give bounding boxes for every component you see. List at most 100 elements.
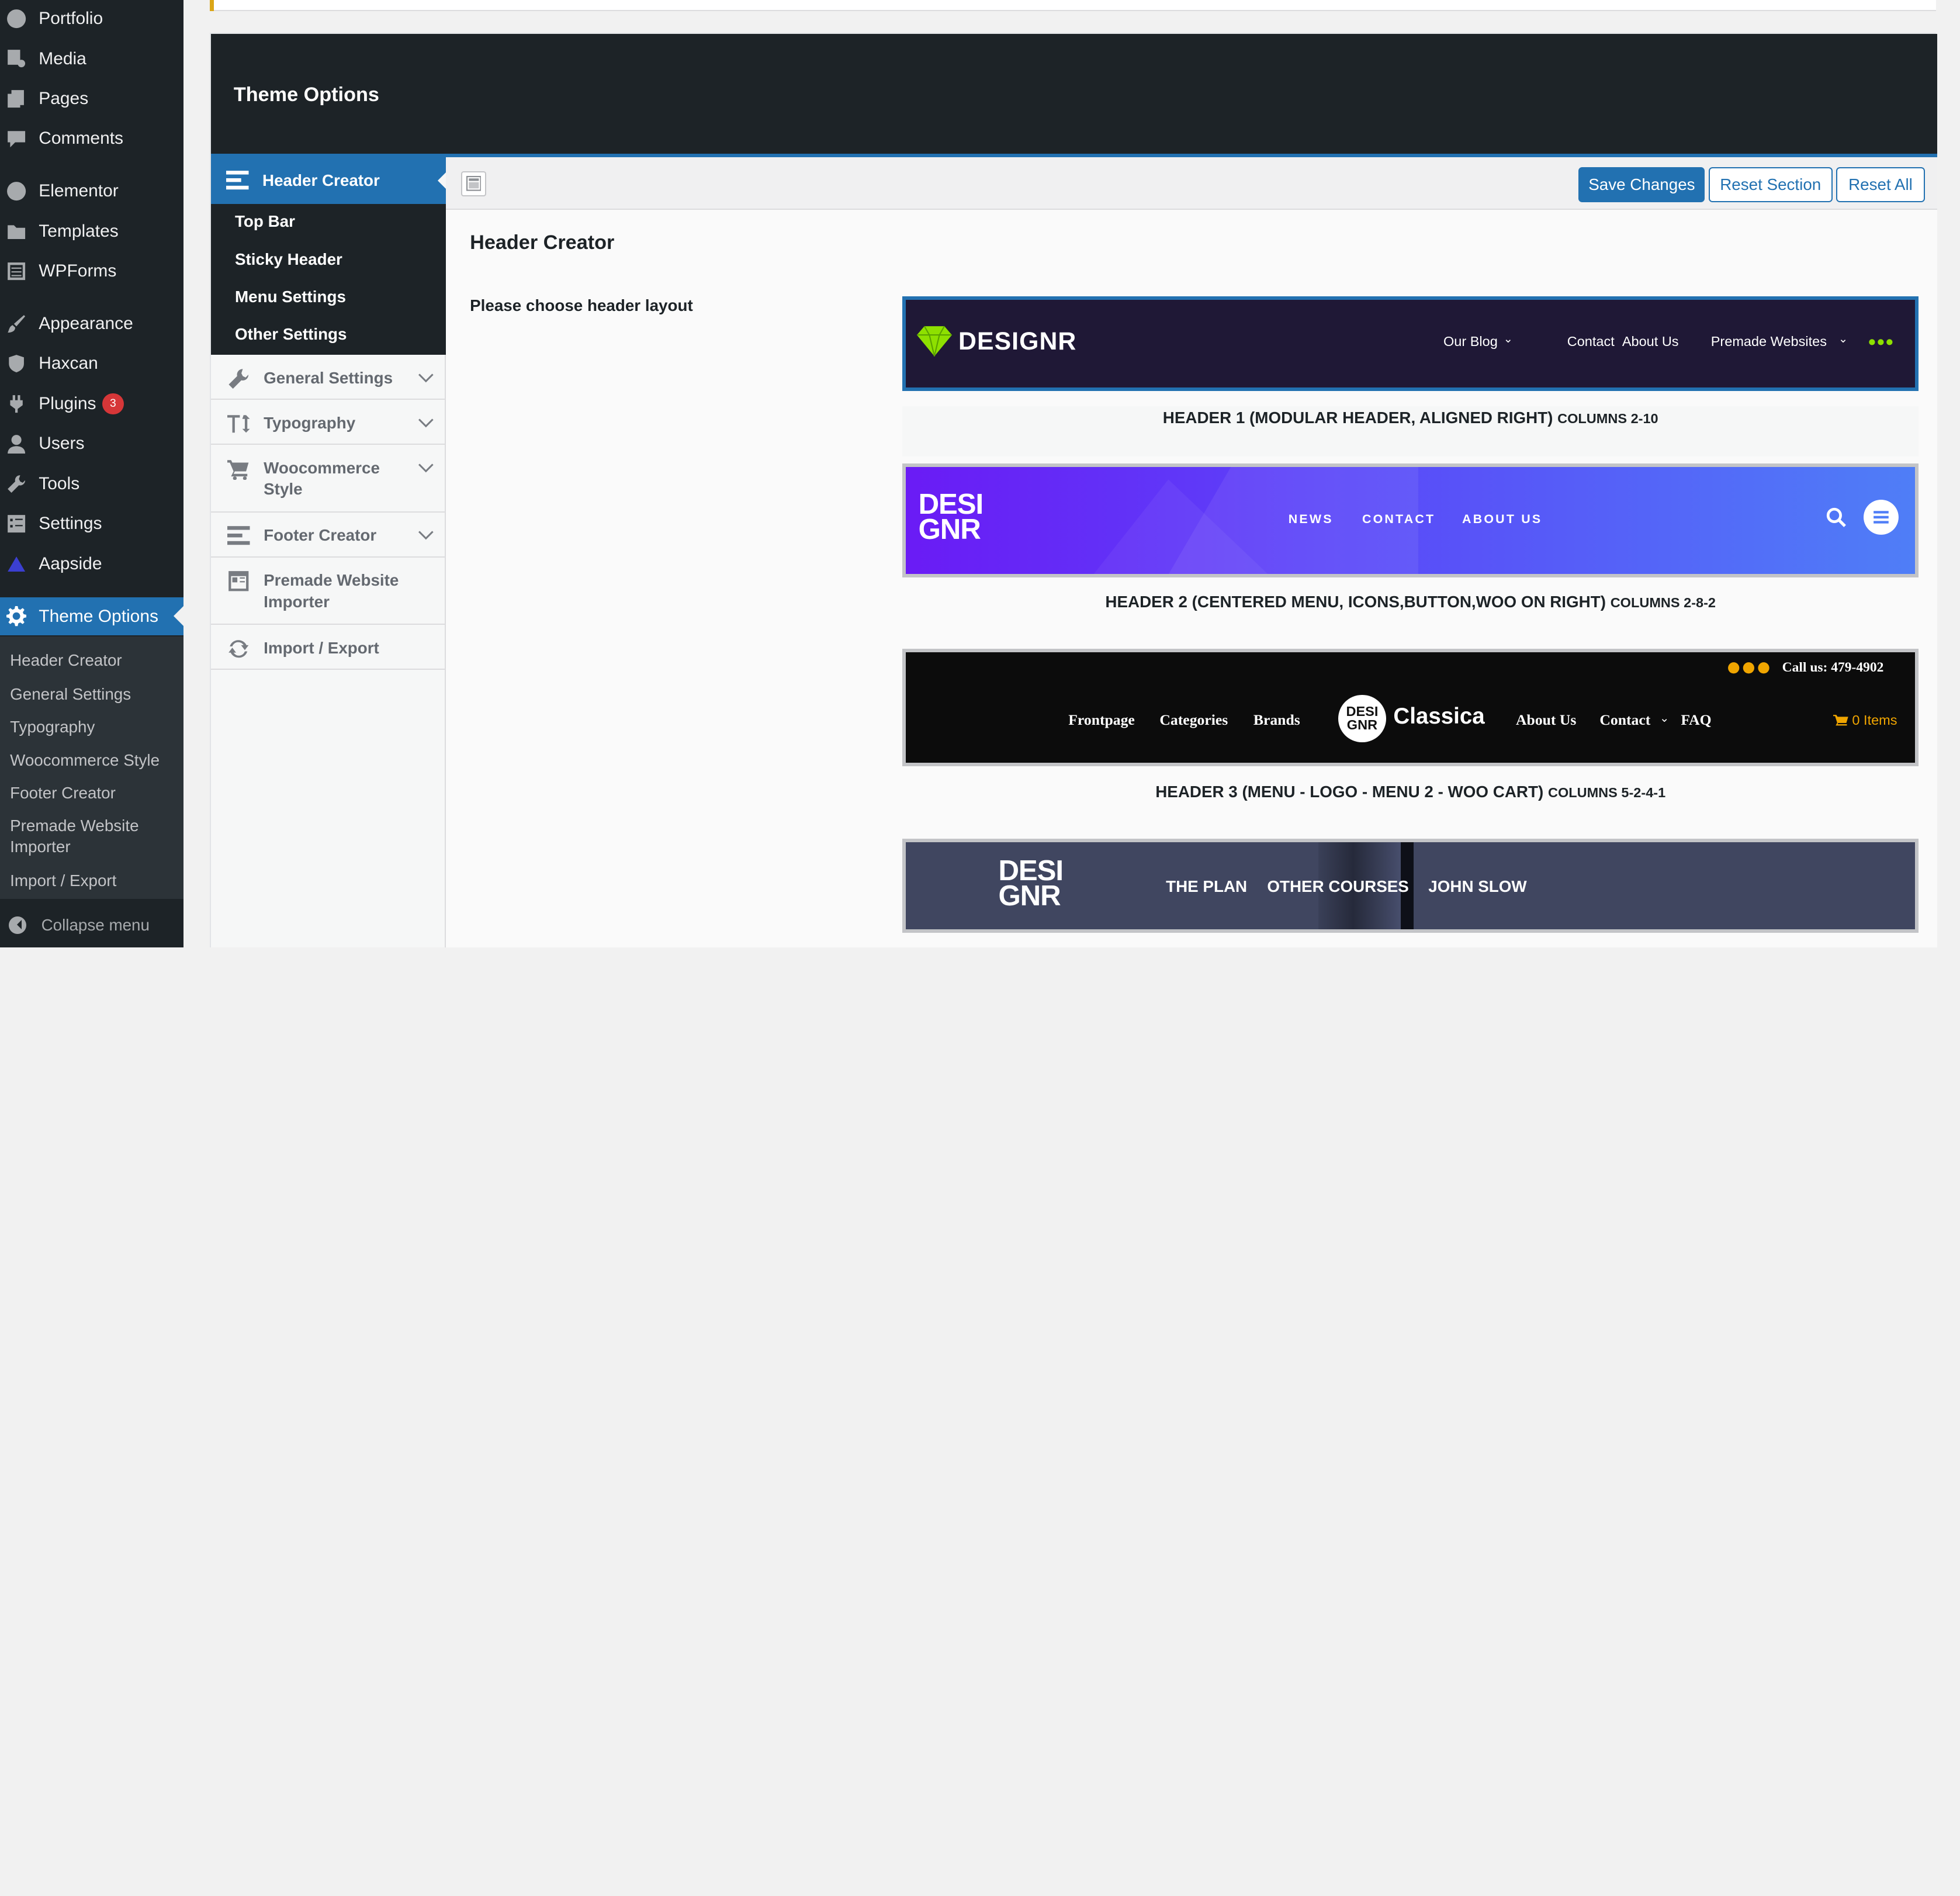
chevron-down-icon[interactable]: [418, 415, 434, 430]
form-icon: [6, 261, 26, 281]
section-premade-importer[interactable]: Premade Website Importer: [211, 558, 446, 625]
logo-line: DESI: [1346, 703, 1379, 719]
header2-menu-item: NEWS: [1288, 512, 1334, 527]
header1-menu-item: About Us: [1622, 333, 1679, 349]
section-title: Header Creator: [470, 231, 615, 254]
section-footer-creator[interactable]: Footer Creator: [211, 513, 446, 558]
header-layout-1-option[interactable]: DESIGNR Our Blog ⌄ Contact About Us Prem…: [902, 296, 1919, 392]
menu-item-appearance[interactable]: Appearance: [0, 305, 183, 342]
classica-logo-badge: DESI GNR: [1338, 694, 1386, 742]
menu-item-media[interactable]: Media: [0, 40, 183, 77]
menu-item-templates[interactable]: Templates: [0, 213, 183, 250]
section-sidebar: Header Creator Top Bar Sticky Header Men…: [211, 157, 446, 948]
header3-menu-item: Brands: [1253, 711, 1300, 728]
section-general-settings[interactable]: General Settings: [211, 355, 446, 400]
wrench-icon: [226, 368, 251, 390]
collapse-menu-button[interactable]: Collapse menu: [0, 909, 150, 942]
submenu-typography[interactable]: Typography: [10, 717, 95, 738]
reset-section-button[interactable]: Reset Section: [1708, 167, 1833, 203]
brush-icon: [6, 314, 26, 334]
menu-item-elementor[interactable]: Elementor: [0, 172, 183, 210]
reset-all-button[interactable]: Reset All: [1836, 167, 1925, 203]
menu-label: Theme Options: [39, 606, 158, 626]
menu-label: WPForms: [39, 261, 117, 281]
caption-title: HEADER 2 (CENTERED MENU, ICONS,BUTTON,WO…: [1105, 592, 1606, 611]
menu-label: Plugins: [39, 393, 96, 413]
footer-layout-icon: [226, 525, 251, 548]
header-layout-icon: [226, 169, 251, 192]
section-woocommerce-style[interactable]: Woocommerce Style: [211, 445, 446, 513]
submenu-general-settings[interactable]: General Settings: [10, 684, 131, 705]
subsection-menu-settings[interactable]: Menu Settings: [235, 288, 346, 306]
hamburger-menu-icon: [1863, 500, 1899, 535]
panel-header: Theme Options: [211, 33, 1938, 158]
header1-menu-item: Premade Websites: [1710, 333, 1827, 349]
caption-title: HEADER 1 (MODULAR HEADER, ALIGNED RIGHT): [1162, 409, 1553, 427]
chevron-down-icon[interactable]: [418, 370, 434, 385]
menu-item-users[interactable]: Users: [0, 425, 183, 462]
menu-item-aapside[interactable]: Aapside: [0, 545, 183, 583]
menu-label: Haxcan: [39, 354, 98, 373]
theme-options-panel: Theme Options Header Creator Top Bar Sti…: [210, 32, 1938, 948]
menu-item-haxcan[interactable]: Haxcan: [0, 345, 183, 382]
panel-title: Theme Options: [233, 84, 379, 106]
header2-menu-item: ABOUT US: [1462, 512, 1543, 527]
menu-item-plugins[interactable]: Plugins 3: [0, 385, 183, 423]
menu-item-portfolio[interactable]: Portfolio: [0, 0, 183, 37]
header3-menu-item: Contact: [1599, 711, 1651, 728]
section-label: Woocommerce Style: [264, 458, 380, 499]
subsection-top-bar[interactable]: Top Bar: [235, 212, 295, 231]
section-import-export[interactable]: Import / Export: [211, 625, 446, 670]
cart-icon: [1833, 714, 1848, 726]
section-content: Save Changes Reset Section Reset All Hea…: [446, 157, 1938, 948]
menu-label: Users: [39, 434, 85, 454]
pages-icon: [6, 89, 26, 109]
header4-menu-item: JOHN SLOW: [1428, 877, 1527, 895]
header-layout-3-option[interactable]: Call us: 479-4902 Frontpage Categories B…: [902, 648, 1919, 767]
submenu-import-export[interactable]: Import / Export: [10, 870, 116, 891]
menu-label: Portfolio: [39, 9, 103, 29]
submenu-premade-importer[interactable]: Premade Website Importer: [10, 815, 147, 858]
section-label: General Settings: [264, 368, 393, 387]
subsection-other-settings[interactable]: Other Settings: [235, 325, 347, 344]
header1-logo-text: DESIGNR: [958, 327, 1077, 355]
chevron-down-icon[interactable]: [418, 460, 434, 475]
menu-item-theme-options[interactable]: Theme Options: [0, 597, 184, 635]
submenu-header-creator[interactable]: Header Creator: [10, 650, 122, 671]
folder-icon: [6, 222, 26, 241]
refresh-icon: [226, 638, 251, 660]
header2-logo: DESI GNR: [919, 490, 984, 544]
submenu-footer-creator[interactable]: Footer Creator: [10, 783, 116, 804]
header-creator-subsections: Top Bar Sticky Header Menu Settings Othe…: [211, 203, 446, 355]
header-layout-2-option[interactable]: DESI GNR NEWS CONTACT ABOUT US: [902, 463, 1919, 578]
menu-item-tools[interactable]: Tools: [0, 465, 183, 503]
elementor-icon: [6, 181, 26, 201]
submenu-woocommerce-style[interactable]: Woocommerce Style: [10, 750, 160, 771]
cart-items-text: 0 Items: [1852, 712, 1897, 728]
media-icon: [6, 49, 26, 68]
chevron-down-icon[interactable]: [418, 527, 434, 542]
comment-icon: [6, 129, 26, 148]
menu-item-settings[interactable]: Settings: [0, 505, 183, 542]
logo-line: GNR: [998, 879, 1061, 912]
wrench-icon: [6, 474, 26, 494]
social-icons: [1727, 662, 1769, 674]
menu-item-comments[interactable]: Comments: [0, 120, 183, 157]
section-typography[interactable]: Typography: [211, 400, 446, 445]
section-label: Header Creator: [262, 171, 380, 189]
save-changes-button[interactable]: Save Changes: [1578, 167, 1705, 203]
section-label: Premade Website Importer: [264, 571, 399, 611]
menu-item-pages[interactable]: Pages: [0, 80, 183, 117]
header1-menu-item: Our Blog: [1443, 333, 1498, 349]
section-header-creator[interactable]: Header Creator: [211, 157, 446, 204]
menu-label: Elementor: [39, 181, 119, 201]
collapse-label: Collapse menu: [41, 915, 150, 934]
expand-options-icon[interactable]: [461, 171, 486, 196]
gear-icon: [6, 606, 26, 627]
collapse-arrow-icon: [8, 916, 26, 934]
plug-icon: [6, 394, 26, 414]
subsection-sticky-header[interactable]: Sticky Header: [235, 250, 342, 269]
menu-item-wpforms[interactable]: WPForms: [0, 252, 183, 290]
header-layout-4-option[interactable]: DESI GNR THE PLAN OTHER COURSES JOHN SLO…: [902, 839, 1919, 933]
logo-line: GNR: [1346, 717, 1378, 733]
